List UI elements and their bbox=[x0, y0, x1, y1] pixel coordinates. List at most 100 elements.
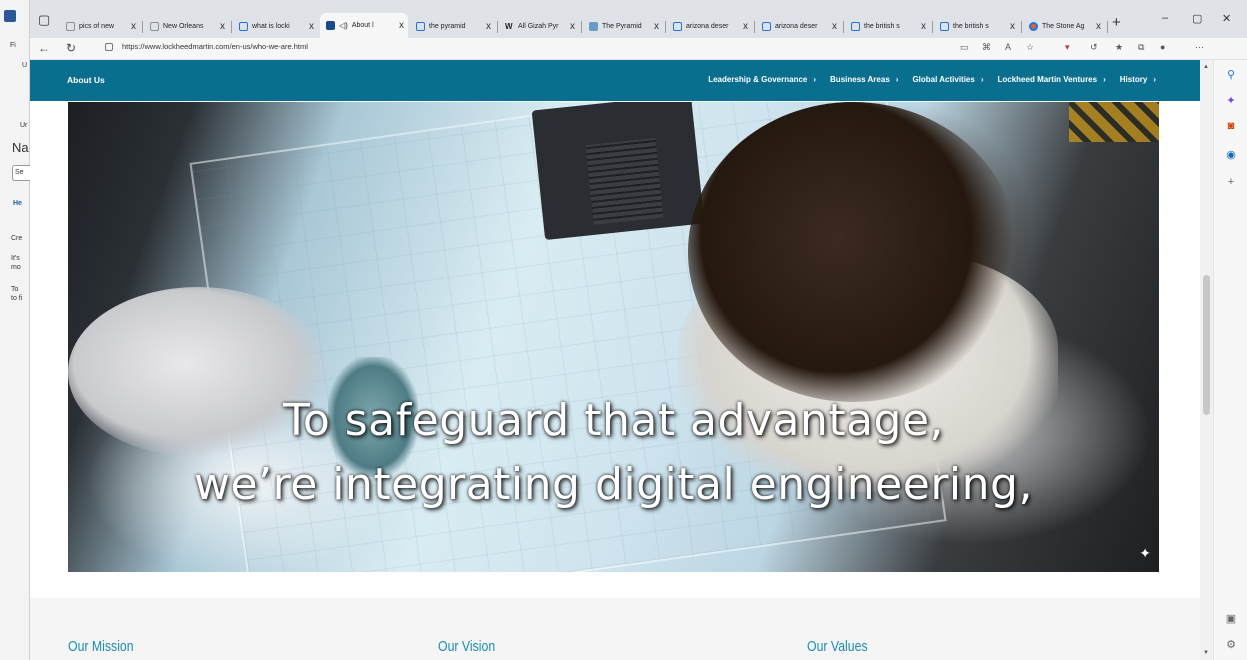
tab-label: what is locki bbox=[252, 22, 290, 30]
search-icon bbox=[673, 21, 682, 31]
search-icon bbox=[851, 21, 860, 31]
settings-icon[interactable]: ⚙ bbox=[1224, 638, 1238, 651]
app-available-icon[interactable]: ⌘ bbox=[982, 42, 991, 53]
office-icon[interactable]: ◙ bbox=[1224, 120, 1238, 132]
read-aloud-icon[interactable]: A bbox=[1005, 42, 1011, 52]
speaker-icon[interactable]: ◁) bbox=[339, 21, 348, 30]
tab-the-pyramid-2[interactable]: The Pyramid x bbox=[583, 16, 663, 36]
browser-window: ▢ pics of new x New Orleans x what is lock… bbox=[30, 0, 1247, 660]
background-app-window: Fi U Ur Na Se He Cre It's mo To to fi bbox=[0, 0, 30, 660]
close-tab-icon[interactable]: x bbox=[1010, 21, 1015, 32]
more-menu-icon[interactable]: ⋯ bbox=[1195, 42, 1204, 53]
refresh-icon[interactable]: ↻ bbox=[66, 41, 76, 55]
favorite-add-icon[interactable]: ☆ bbox=[1026, 42, 1034, 53]
hero-video[interactable]: To safeguard that advantage, we’re integ… bbox=[68, 102, 1159, 572]
scroll-up-icon[interactable]: ▲ bbox=[1203, 64, 1209, 70]
add-sidebar-app-icon[interactable]: + bbox=[1224, 176, 1238, 188]
favorites-icon[interactable]: ★ bbox=[1115, 42, 1123, 53]
lockheed-icon bbox=[326, 21, 335, 30]
close-tab-icon[interactable]: x bbox=[309, 21, 314, 32]
tab-separator bbox=[843, 21, 844, 33]
nav-label: Business Areas bbox=[830, 75, 890, 84]
close-tab-icon[interactable]: x bbox=[832, 21, 837, 32]
close-tab-icon[interactable]: x bbox=[570, 21, 575, 32]
nav-lockheed-martin-ventures[interactable]: Lockheed Martin Ventures › bbox=[998, 75, 1106, 84]
tab-separator bbox=[581, 21, 582, 33]
tab-label: arizona deser bbox=[686, 22, 729, 30]
our-values-heading[interactable]: Our Values bbox=[807, 638, 868, 655]
browser-toolbar: ← ↻ https://www.lockheedmartin.com/en-us… bbox=[30, 38, 1247, 60]
copilot-icon[interactable]: ✦ bbox=[1224, 94, 1238, 107]
close-tab-icon[interactable]: x bbox=[1096, 21, 1101, 32]
tab-label: pics of new bbox=[79, 22, 115, 30]
bg-text-line: U bbox=[22, 62, 28, 69]
tab-actions-icon[interactable]: ▢ bbox=[38, 12, 50, 28]
url-text: https://www.lockheedmartin.com/en-us/who… bbox=[122, 42, 308, 51]
tab-pics-of-new[interactable]: pics of new x bbox=[60, 16, 140, 36]
chevron-right-icon: › bbox=[895, 75, 899, 84]
outlook-icon[interactable]: ◉ bbox=[1224, 148, 1238, 161]
nav-business-areas[interactable]: Business Areas › bbox=[830, 75, 898, 84]
scroll-down-icon[interactable]: ▼ bbox=[1203, 650, 1209, 656]
bg-text-line: Fi bbox=[10, 42, 16, 49]
nav-leadership-governance[interactable]: Leadership & Governance › bbox=[708, 75, 816, 84]
tab-strip: ▢ pics of new x New Orleans x what is lock… bbox=[30, 0, 1247, 38]
nav-global-activities[interactable]: Global Activities › bbox=[912, 75, 983, 84]
tab-label: About l bbox=[351, 22, 374, 29]
nav-title[interactable]: About Us bbox=[67, 75, 105, 85]
scrollbar-thumb[interactable] bbox=[1203, 275, 1210, 415]
bg-link[interactable]: He bbox=[13, 200, 22, 207]
tab-all-gizah[interactable]: W All Gizah Pyr x bbox=[499, 16, 579, 36]
tab-separator bbox=[231, 21, 232, 33]
collections-icon[interactable]: ⧉ bbox=[1138, 42, 1144, 53]
reading-icon[interactable]: ▭ bbox=[960, 42, 969, 53]
maximize-button[interactable]: ▢ bbox=[1192, 12, 1202, 25]
close-tab-icon[interactable]: x bbox=[220, 21, 225, 32]
tab-new-orleans[interactable]: New Orleans x bbox=[144, 16, 229, 36]
nav-history[interactable]: History › bbox=[1120, 75, 1156, 84]
bg-text-line: It's bbox=[11, 255, 20, 262]
new-tab-button[interactable]: + bbox=[1112, 14, 1121, 31]
profile-avatar-icon[interactable]: ● bbox=[1160, 42, 1165, 52]
close-window-button[interactable]: ✕ bbox=[1222, 12, 1231, 25]
tab-the-pyramid[interactable]: the pyramid x bbox=[410, 16, 495, 36]
tab-arizona-desert-2[interactable]: arizona deser x bbox=[756, 16, 841, 36]
extension-icon[interactable]: ▾ bbox=[1065, 42, 1070, 53]
bg-text-line: to fi bbox=[11, 295, 23, 302]
search-icon bbox=[940, 21, 949, 31]
refresh-page-icon[interactable]: ↺ bbox=[1090, 42, 1098, 53]
page-scrollbar[interactable]: ▲ ▼ bbox=[1200, 60, 1213, 660]
hero-caption-line-2: we’re integrating digital engineering, bbox=[194, 459, 1033, 510]
minimize-button[interactable]: – bbox=[1162, 12, 1168, 24]
our-vision-heading[interactable]: Our Vision bbox=[438, 638, 495, 655]
close-tab-icon[interactable]: x bbox=[921, 21, 926, 32]
tab-separator bbox=[665, 21, 666, 33]
tab-arizona-desert[interactable]: arizona deser x bbox=[667, 16, 752, 36]
page-icon bbox=[589, 21, 598, 31]
hero-laptop bbox=[531, 102, 705, 241]
tab-label: the british s bbox=[953, 22, 989, 30]
hero-caption-line-1: To safeguard that advantage, bbox=[282, 395, 945, 446]
nav-items: Leadership & Governance › Business Areas ›… bbox=[708, 75, 1156, 84]
close-tab-icon[interactable]: x bbox=[486, 21, 491, 32]
tab-british-2[interactable]: the british s x bbox=[934, 16, 1019, 36]
close-tab-icon[interactable]: x bbox=[131, 21, 136, 32]
close-tab-icon[interactable]: x bbox=[654, 21, 659, 32]
sidebar-layout-icon[interactable]: ▣ bbox=[1224, 612, 1238, 625]
close-tab-icon[interactable]: x bbox=[743, 21, 748, 32]
tab-about-active[interactable]: ◁) About l x bbox=[320, 13, 408, 38]
back-icon[interactable]: ← bbox=[38, 41, 50, 55]
bg-text-line: Ur bbox=[20, 122, 28, 129]
address-bar[interactable]: https://www.lockheedmartin.com/en-us/who… bbox=[105, 42, 308, 51]
our-mission-heading[interactable]: Our Mission bbox=[68, 638, 134, 655]
close-tab-icon[interactable]: x bbox=[399, 20, 404, 31]
record-icon bbox=[1029, 21, 1038, 31]
tab-stone-age[interactable]: The Stone Ag x bbox=[1023, 16, 1105, 36]
tab-british-1[interactable]: the british s x bbox=[845, 16, 930, 36]
tab-label: The Pyramid bbox=[602, 22, 642, 30]
bg-text-line: mo bbox=[11, 264, 21, 271]
bg-heading: Na bbox=[12, 140, 29, 155]
nav-label: History bbox=[1119, 75, 1148, 84]
tab-what-is-lockheed[interactable]: what is locki x bbox=[233, 16, 318, 36]
search-icon[interactable]: ⚲ bbox=[1224, 68, 1238, 81]
